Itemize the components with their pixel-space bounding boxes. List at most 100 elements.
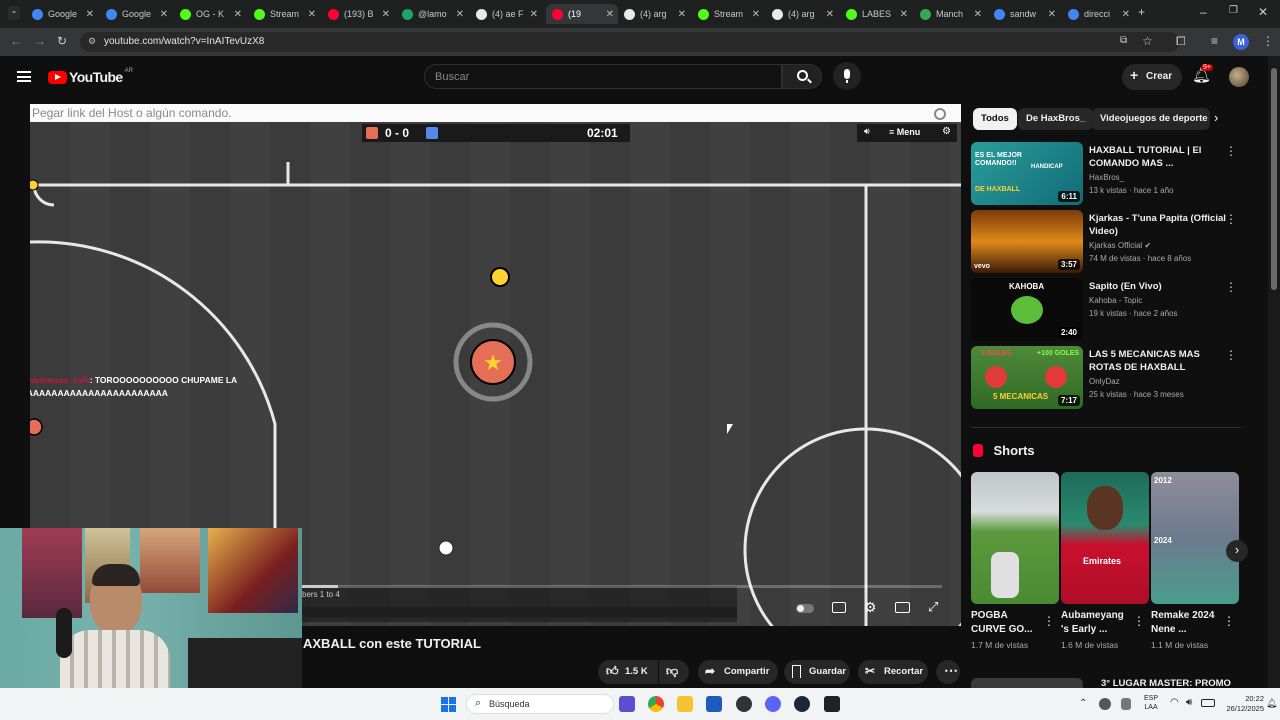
reload-icon[interactable]: ↻: [57, 34, 67, 48]
short-item[interactable]: POGBA CURVE GO... 1.7 M de vistas ⋮: [971, 472, 1059, 650]
profile-avatar[interactable]: M: [1233, 34, 1249, 50]
tray-chevron-icon[interactable]: ⌃: [1079, 698, 1087, 709]
share-button[interactable]: ➦ Compartir: [698, 660, 778, 684]
more-options-icon[interactable]: ⋮: [1133, 614, 1145, 628]
tab-close-icon[interactable]: ✕: [678, 9, 686, 20]
browser-tab[interactable]: direcci ✕: [1062, 4, 1134, 24]
task-view-icon[interactable]: [619, 696, 635, 712]
minimize-icon[interactable]: –: [1200, 5, 1207, 19]
battery-icon[interactable]: [1201, 699, 1215, 707]
tray-app-icon[interactable]: [1099, 698, 1111, 710]
chip-all[interactable]: Todos: [973, 108, 1017, 130]
volume-icon[interactable]: 🔊︎: [864, 126, 870, 137]
install-app-icon[interactable]: ⧉: [1120, 35, 1127, 46]
start-button-icon[interactable]: [441, 697, 456, 712]
search-button[interactable]: [782, 64, 822, 89]
browser-tab[interactable]: LABES ✕: [840, 4, 912, 24]
account-avatar[interactable]: [1229, 67, 1249, 87]
host-link-input[interactable]: Pegar link del Host o algún comando.: [30, 104, 961, 122]
chip-haxbros[interactable]: De HaxBros_: [1018, 108, 1094, 130]
chrome-icon[interactable]: [648, 696, 664, 712]
more-options-icon[interactable]: ⋮: [1225, 144, 1237, 158]
new-tab-icon[interactable]: +: [1138, 5, 1145, 19]
dislike-button[interactable]: 👎︎: [659, 660, 689, 684]
recommendation-item[interactable]: ES EL MEJOR COMANDO!! HANDICAP DE HAXBAL…: [971, 142, 1241, 206]
tab-close-icon[interactable]: ✕: [456, 9, 464, 20]
browser-tab[interactable]: (4) arg ✕: [766, 4, 838, 24]
more-options-icon[interactable]: ⋮: [1225, 212, 1237, 226]
more-options-icon[interactable]: ⋮: [1223, 614, 1235, 628]
tab-close-icon[interactable]: ✕: [160, 9, 168, 20]
haxball-settings-icon[interactable]: [934, 108, 946, 120]
tab-search-icon[interactable]: ⌄: [8, 6, 20, 20]
clock[interactable]: 20:22 26/12/2025: [1222, 694, 1264, 714]
voice-search-button[interactable]: [833, 62, 861, 90]
tab-close-icon[interactable]: ✕: [382, 9, 390, 20]
notification-bell-icon[interactable]: 🔔︎: [1266, 698, 1277, 709]
browser-tab[interactable]: Stream ✕: [692, 4, 764, 24]
youtube-logo[interactable]: YouTube AR: [48, 68, 133, 86]
recommendation-item[interactable]: 0 GOLES +100 GOLES 5 MECANICAS 7:17 LAS …: [971, 346, 1241, 410]
haxball-menu-button[interactable]: ≡ Menu: [889, 127, 920, 137]
recommendation-item[interactable]: vevo 3:57 Kjarkas - T'una Papita (Offici…: [971, 210, 1241, 274]
tab-close-icon[interactable]: ✕: [530, 9, 538, 20]
app-icon[interactable]: [736, 696, 752, 712]
subtitles-icon[interactable]: [832, 602, 846, 613]
tab-close-icon[interactable]: ✕: [900, 9, 908, 20]
chips-next-icon[interactable]: ›: [1214, 110, 1218, 125]
tab-close-icon[interactable]: ✕: [606, 9, 614, 20]
recommendation-item[interactable]: KAHOBA 2:40 Sapito (En Vivo) Kahoba - To…: [971, 278, 1241, 342]
tab-close-icon[interactable]: ✕: [86, 9, 94, 20]
haxball-gear-icon[interactable]: ⚙: [942, 126, 951, 137]
forward-icon[interactable]: →: [34, 34, 46, 48]
like-button[interactable]: 👍︎ 1.5 K: [598, 660, 658, 684]
browser-tab[interactable]: Google ✕: [26, 4, 98, 24]
short-item[interactable]: Emirates Aubameyang 's Early ... 1.6 M d…: [1061, 472, 1149, 650]
tab-close-icon[interactable]: ✕: [974, 9, 982, 20]
discord-icon[interactable]: [765, 696, 781, 712]
bookmark-star-icon[interactable]: ☆: [1142, 34, 1153, 48]
browser-tab[interactable]: Manch ✕: [914, 4, 986, 24]
theater-mode-icon[interactable]: [895, 602, 910, 613]
browser-tab[interactable]: (19 ✕: [546, 4, 618, 24]
settings-icon[interactable]: ⚙: [864, 599, 877, 616]
browser-tab[interactable]: (193) B ✕: [322, 4, 394, 24]
scrollbar-thumb[interactable]: [1271, 68, 1277, 290]
short-item[interactable]: 2012 2024 Remake 2024 Nene ... 1.1 M de …: [1151, 472, 1239, 650]
browser-tab[interactable]: (4) arg ✕: [618, 4, 690, 24]
calculator-icon[interactable]: [706, 696, 722, 712]
tab-close-icon[interactable]: ✕: [1122, 9, 1130, 20]
clip-button[interactable]: ✂ Recortar: [858, 660, 928, 684]
more-actions-button[interactable]: ⋯: [936, 660, 960, 684]
fullscreen-icon[interactable]: ⤢: [928, 599, 938, 615]
browser-tab[interactable]: sandw ✕: [988, 4, 1060, 24]
search-input[interactable]: Buscar: [424, 64, 782, 89]
taskbar-search[interactable]: ⌕ Búsqueda: [466, 694, 614, 714]
url-field[interactable]: ⚙ youtube.com/watch?v=InAITevUzX8: [80, 32, 1180, 52]
tab-close-icon[interactable]: ✕: [826, 9, 834, 20]
save-button[interactable]: Guardar: [784, 660, 850, 684]
more-options-icon[interactable]: ⋮: [1225, 280, 1237, 294]
shorts-next-button[interactable]: ›: [1226, 540, 1248, 562]
volume-tray-icon[interactable]: 🔊︎: [1186, 697, 1192, 708]
progress-bar[interactable]: [302, 585, 942, 588]
recommendation-item[interactable]: 3° LUGAR MASTER: PROMO: [971, 678, 1241, 688]
extensions-icon[interactable]: ⧠: [1176, 34, 1186, 49]
tab-close-icon[interactable]: ✕: [1048, 9, 1056, 20]
browser-tab[interactable]: Stream ✕: [248, 4, 320, 24]
tab-close-icon[interactable]: ✕: [308, 9, 316, 20]
tab-close-icon[interactable]: ✕: [234, 9, 242, 20]
browser-tab[interactable]: @lamo ✕: [396, 4, 468, 24]
back-icon[interactable]: ←: [10, 34, 22, 48]
browser-tab[interactable]: OG - K ✕: [174, 4, 246, 24]
site-info-icon[interactable]: ⚙: [88, 36, 96, 47]
keyboard-language[interactable]: ESP LAA: [1144, 694, 1158, 712]
tab-close-icon[interactable]: ✕: [752, 9, 760, 20]
more-options-icon[interactable]: ⋮: [1225, 348, 1237, 362]
autoplay-toggle[interactable]: [796, 604, 814, 613]
more-options-icon[interactable]: ⋮: [1043, 614, 1055, 628]
hamburger-menu-icon[interactable]: [17, 71, 31, 82]
reading-list-icon[interactable]: ≡: [1211, 34, 1218, 48]
browser-tab[interactable]: (4) ae F ✕: [470, 4, 542, 24]
steam-icon[interactable]: [794, 696, 810, 712]
